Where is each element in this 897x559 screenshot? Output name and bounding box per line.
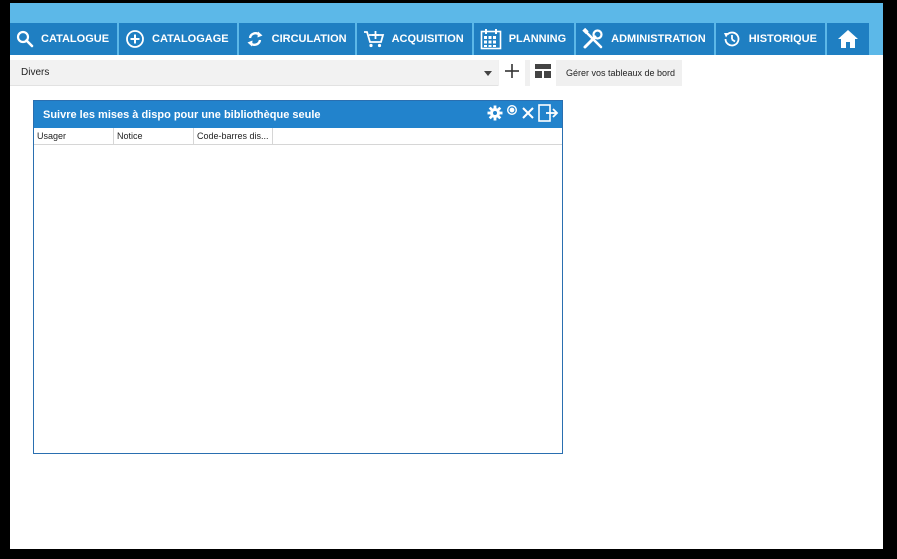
nav-circulation[interactable]: CIRCULATION: [238, 23, 355, 55]
gear-icon[interactable]: [487, 105, 503, 121]
nav-label: PLANNING: [508, 33, 567, 45]
dashboard-select[interactable]: Divers: [10, 60, 498, 86]
nav-catalogue[interactable]: CATALOGUE: [10, 23, 118, 55]
widget-title: Suivre les mises à dispo pour une biblio…: [43, 109, 321, 121]
nav-acquisition[interactable]: ACQUISITION: [356, 23, 472, 55]
column-code-barres[interactable]: Code-barres dis...: [194, 128, 273, 144]
add-dashboard-button[interactable]: [499, 60, 525, 86]
nav-label: HISTORIQUE: [748, 33, 817, 45]
nav-administration[interactable]: ADMINISTRATION: [576, 23, 714, 55]
widget-header: Suivre les mises à dispo pour une biblio…: [34, 101, 562, 128]
nav-historique[interactable]: HISTORIQUE: [715, 23, 825, 55]
nav-catalogage[interactable]: CATALOGAGE: [119, 23, 237, 55]
manage-dashboards-link[interactable]: Gérer vos tableaux de bord: [561, 60, 688, 86]
dashboard-toolbar: Divers Gérer vos tableaux de bord: [10, 60, 883, 86]
nav-home[interactable]: [826, 23, 869, 55]
manage-dashboards-label: Gérer vos tableaux de bord: [566, 68, 676, 78]
nav-label: ADMINISTRATION: [611, 33, 706, 45]
nav-label: ACQUISITION: [391, 33, 464, 45]
popout-icon[interactable]: [538, 104, 560, 122]
app-window: CATALOGUE CATALOGAGE CIRCULATION ACQUISI…: [10, 3, 883, 549]
refresh-icon: [245, 29, 265, 49]
nav-label: CATALOGUE: [41, 33, 110, 45]
plus-circle-icon: [125, 29, 145, 49]
widget-actions: [484, 104, 560, 122]
grid-header: Usager Notice Code-barres dis...: [34, 128, 562, 145]
dashboard-select-value: Divers: [21, 67, 50, 78]
chevron-down-icon: [484, 71, 492, 76]
tools-icon: [582, 28, 604, 50]
nav-label: CATALOGAGE: [152, 33, 229, 45]
cart-icon: [363, 29, 385, 49]
calendar-icon: [480, 28, 502, 50]
column-usager[interactable]: Usager: [34, 128, 114, 144]
layout-button[interactable]: [530, 60, 556, 86]
top-bar: CATALOGUE CATALOGAGE CIRCULATION ACQUISI…: [10, 3, 883, 55]
layout-icon: [535, 63, 551, 84]
refresh-small-icon[interactable]: [506, 104, 518, 116]
dashboard-widget: Suivre les mises à dispo pour une biblio…: [33, 100, 563, 454]
search-icon: [16, 30, 34, 48]
plus-icon: [504, 63, 520, 84]
history-icon: [722, 29, 742, 49]
column-notice[interactable]: Notice: [114, 128, 194, 144]
main-nav: CATALOGUE CATALOGAGE CIRCULATION ACQUISI…: [10, 23, 871, 55]
home-icon: [837, 29, 859, 49]
close-icon[interactable]: [521, 106, 535, 120]
toolbar-spacer: [682, 60, 883, 86]
nav-planning[interactable]: PLANNING: [473, 23, 575, 55]
nav-label: CIRCULATION: [271, 33, 347, 45]
